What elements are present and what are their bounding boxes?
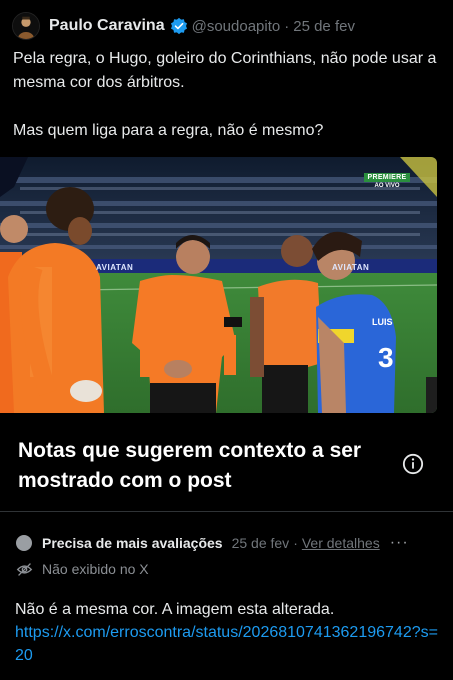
tweet-header: Paulo Caravina @soudoapito · 25 de fev	[0, 8, 453, 44]
community-note: Notas que sugerem contexto a ser mostrad…	[0, 418, 453, 680]
not-shown-row: Não exibido no X	[16, 559, 149, 579]
ad-board-right: AVIATAN	[332, 263, 370, 272]
author-handle[interactable]: @soudoapito	[192, 18, 281, 35]
svg-text:3: 3	[378, 342, 394, 373]
avatar-photo-icon	[13, 13, 39, 39]
tweet-paragraph-1: Pela regra, o Hugo, goleiro do Corinthia…	[13, 50, 437, 91]
verified-badge-icon	[170, 17, 187, 35]
author-display-name[interactable]: Paulo Caravina	[49, 17, 165, 35]
note-divider	[0, 511, 453, 512]
view-details-link[interactable]: Ver detalhes	[302, 535, 380, 551]
needs-ratings-label: Precisa de mais avaliações	[42, 535, 223, 551]
note-date: 25 de fev	[231, 535, 290, 551]
tweet-paragraph-2: Mas quem liga para a regra, não é mesmo?	[13, 122, 324, 139]
status-dot-icon	[16, 535, 32, 551]
not-shown-label: Não exibido no X	[42, 561, 149, 577]
broadcast-logo: PREMIERE AO VIVO	[363, 173, 411, 191]
broadcast-badge-top: PREMIERE	[363, 173, 411, 182]
ad-board-left: AVIATAN	[96, 263, 134, 272]
player-jersey-text: LUIS	[372, 317, 393, 327]
post-date[interactable]: 25 de fev	[293, 18, 355, 35]
post-page: Paulo Caravina @soudoapito · 25 de fev P…	[0, 0, 453, 680]
eye-off-icon	[16, 562, 33, 576]
tweet-text: Pela regra, o Hugo, goleiro do Corinthia…	[13, 47, 443, 143]
post-media-image[interactable]: 3 LUIS AVIATAN AVIATAN PREMIERE AO VIVO	[0, 157, 437, 413]
note-title: Notas que sugerem contexto a ser mostrad…	[18, 439, 362, 492]
more-options-icon[interactable]: ···	[390, 534, 409, 552]
header-separator: ·	[284, 17, 290, 35]
note-separator: ·	[293, 535, 298, 551]
avatar[interactable]	[12, 12, 40, 40]
broadcast-badge-bottom: AO VIVO	[374, 183, 400, 189]
note-source-link[interactable]: https://x.com/erroscontra/status/2026810…	[15, 621, 440, 667]
info-icon[interactable]	[402, 453, 424, 475]
football-match-photo: 3 LUIS	[0, 157, 437, 413]
note-status-row: Precisa de mais avaliações 25 de fev · V…	[16, 533, 446, 553]
note-body: Não é a mesma cor. A imagem esta alterad…	[15, 598, 440, 667]
note-body-text: Não é a mesma cor. A imagem esta alterad…	[15, 601, 335, 618]
